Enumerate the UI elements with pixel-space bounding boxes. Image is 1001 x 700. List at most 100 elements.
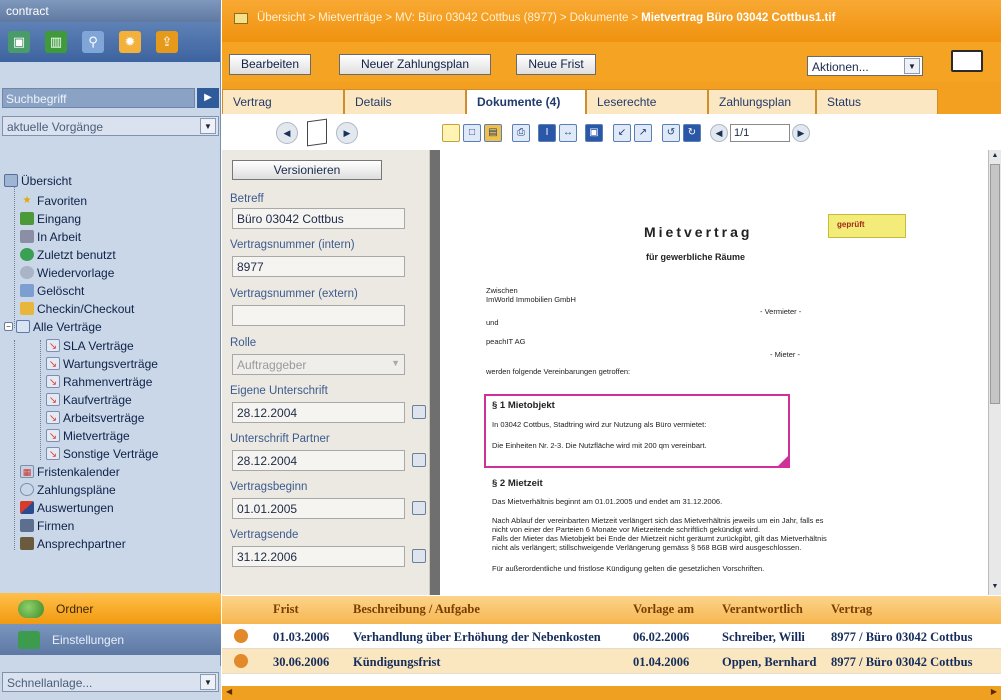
tree-item-employment[interactable]: ↘ Arbeitsverträge bbox=[46, 409, 144, 426]
tab-dokumente[interactable]: Dokumente (4) bbox=[466, 89, 586, 115]
breadcrumb-item-documents[interactable]: Dokumente bbox=[570, 12, 629, 42]
new-contract-icon[interactable]: ▣ bbox=[8, 31, 30, 53]
panel-einstellungen[interactable]: Einstellungen bbox=[0, 624, 221, 655]
breadcrumb-item-overview[interactable]: Übersicht bbox=[257, 12, 306, 42]
sticky-note[interactable]: geprüft bbox=[828, 214, 906, 238]
column-header[interactable]: Vertrag bbox=[831, 602, 872, 617]
tree-item-framework[interactable]: ↘ Rahmenverträge bbox=[46, 373, 152, 390]
tree-item-favorites[interactable]: ★ Favoriten bbox=[20, 192, 88, 209]
column-header[interactable]: Beschreibung / Aufgabe bbox=[353, 602, 480, 617]
fit-height-icon[interactable]: I bbox=[538, 124, 556, 142]
quick-create-select[interactable]: Schnellanlage... ▼ bbox=[2, 672, 219, 692]
internal-number-field[interactable]: 8977 bbox=[232, 256, 405, 277]
tree-item-overview[interactable]: Übersicht bbox=[4, 172, 72, 189]
partner-signature-date-field[interactable]: 28.12.2004 bbox=[232, 450, 405, 471]
tree-item-maintenance[interactable]: ↘ Wartungsverträge bbox=[46, 355, 158, 372]
zoom-in-icon[interactable]: ↗ bbox=[634, 124, 652, 142]
previous-document-icon[interactable]: ◀ bbox=[276, 122, 298, 144]
tab-vertrag[interactable]: Vertrag bbox=[222, 89, 344, 114]
tree-item-resubmission[interactable]: Wiedervorlage bbox=[20, 264, 114, 281]
doc-text: nicht als verlängert; stillschweigende V… bbox=[492, 543, 802, 552]
collapse-icon[interactable]: − bbox=[4, 322, 13, 331]
contract-start-field[interactable]: 01.01.2005 bbox=[232, 498, 405, 519]
breadcrumb-item-rental[interactable]: Mietverträge bbox=[318, 12, 382, 42]
tab-zahlungsplan[interactable]: Zahlungsplan bbox=[708, 89, 816, 114]
own-signature-date-field[interactable]: 28.12.2004 bbox=[232, 402, 405, 423]
note-icon[interactable] bbox=[442, 124, 460, 142]
upload-icon[interactable]: ⇪ bbox=[156, 31, 178, 53]
next-document-icon[interactable]: ▶ bbox=[336, 122, 358, 144]
table-row[interactable]: 30.06.2006 Kündigungsfrist 01.04.2006 Op… bbox=[222, 649, 1001, 674]
scroll-right-icon[interactable]: ▶ bbox=[991, 687, 997, 696]
sidebar-toolbar: ▣ ▥ ⚲ ✹ ⇪ bbox=[0, 22, 220, 62]
tree-item-in-progress[interactable]: In Arbeit bbox=[20, 228, 81, 245]
document-viewer[interactable]: Mietvertrag für gewerbliche Räume geprüf… bbox=[430, 150, 1001, 595]
next-page-icon[interactable]: ▶ bbox=[792, 124, 810, 142]
tree-item-sla[interactable]: ↘ SLA Verträge bbox=[46, 337, 134, 354]
breadcrumb-item-contract[interactable]: MV: Büro 03042 Cottbus (8977) bbox=[395, 12, 557, 42]
horizontal-scrollbar[interactable]: ◀ ▶ bbox=[222, 686, 1001, 700]
first-page-icon[interactable]: ◀ bbox=[710, 124, 728, 142]
settings-gear-icon[interactable]: ✹ bbox=[119, 31, 141, 53]
rotate-left-icon[interactable]: ↺ bbox=[662, 124, 680, 142]
scroll-down-icon[interactable]: ▼ bbox=[990, 583, 1000, 593]
search-tool-icon[interactable]: ⚲ bbox=[82, 31, 104, 53]
print-icon[interactable]: ⎙ bbox=[512, 124, 530, 142]
role-select[interactable]: Auftraggeber ▼ bbox=[232, 354, 405, 375]
tree-item-all-contracts[interactable]: − Alle Verträge bbox=[4, 318, 102, 335]
tree-item-other[interactable]: ↘ Sonstige Verträge bbox=[46, 445, 158, 462]
tree-item-companies[interactable]: Firmen bbox=[20, 517, 74, 534]
contract-end-field[interactable]: 31.12.2006 bbox=[232, 546, 405, 567]
book-icon[interactable]: ▥ bbox=[45, 31, 67, 53]
tree-item-deleted[interactable]: Gelöscht bbox=[20, 282, 84, 299]
document-scrollbar[interactable]: ▲ ▼ bbox=[988, 150, 1001, 595]
role-select-value: Auftraggeber bbox=[237, 358, 307, 372]
select-area-icon[interactable]: □ bbox=[463, 124, 481, 142]
tab-status[interactable]: Status bbox=[816, 89, 938, 114]
folder-open-icon[interactable] bbox=[951, 50, 983, 72]
settings-pen-icon bbox=[18, 630, 40, 649]
new-payment-plan-button[interactable]: Neuer Zahlungsplan bbox=[339, 54, 491, 75]
actions-select[interactable]: Aktionen... ▼ bbox=[807, 56, 923, 76]
filter-select[interactable]: aktuelle Vorgänge ▼ bbox=[2, 116, 219, 136]
scrollbar-thumb[interactable] bbox=[990, 164, 1000, 404]
search-input[interactable]: Suchbegriff bbox=[2, 88, 195, 108]
calendar-icon[interactable] bbox=[412, 405, 426, 419]
resize-handle-icon[interactable] bbox=[778, 456, 788, 466]
play-arrow-icon[interactable]: ▶ bbox=[197, 88, 219, 108]
stamp-icon[interactable]: ▤ bbox=[484, 124, 502, 142]
versionieren-button[interactable]: Versionieren bbox=[232, 160, 382, 180]
page-number-input[interactable]: 1/1 bbox=[730, 124, 790, 142]
tab-details[interactable]: Details bbox=[344, 89, 466, 114]
rotate-right-icon[interactable]: ↻ bbox=[683, 124, 701, 142]
tree-item-reports[interactable]: Auswertungen bbox=[20, 499, 114, 516]
fit-width-icon[interactable]: ↔ bbox=[559, 124, 577, 142]
payment-icon bbox=[20, 483, 34, 496]
tree-item-rental[interactable]: ↘ Mietverträge bbox=[46, 427, 130, 444]
tree-item-purchase[interactable]: ↘ Kaufverträge bbox=[46, 391, 132, 408]
new-deadline-button[interactable]: Neue Frist bbox=[516, 54, 596, 75]
subject-field[interactable]: Büro 03042 Cottbus bbox=[232, 208, 405, 229]
edit-button[interactable]: Bearbeiten bbox=[229, 54, 311, 75]
zoom-out-icon[interactable]: ↙ bbox=[613, 124, 631, 142]
contract-doc-icon: ↘ bbox=[46, 429, 60, 442]
scroll-up-icon[interactable]: ▲ bbox=[990, 152, 1000, 162]
calendar-icon[interactable] bbox=[412, 453, 426, 467]
panel-ordner[interactable]: Ordner bbox=[0, 593, 221, 624]
tree-item-deadline-calendar[interactable]: ▦ Fristenkalender bbox=[20, 463, 120, 480]
tree-item-checkin[interactable]: Checkin/Checkout bbox=[20, 300, 134, 317]
tab-leserechte[interactable]: Leserechte bbox=[586, 89, 708, 114]
column-header[interactable]: Frist bbox=[273, 602, 299, 617]
external-number-field[interactable] bbox=[232, 305, 405, 326]
column-header[interactable]: Verantwortlich bbox=[722, 602, 803, 617]
scroll-left-icon[interactable]: ◀ bbox=[226, 687, 232, 696]
column-header[interactable]: Vorlage am bbox=[633, 602, 694, 617]
table-row[interactable]: 01.03.2006 Verhandlung über Erhöhung der… bbox=[222, 624, 1001, 649]
window-icon[interactable]: ▣ bbox=[585, 124, 603, 142]
tree-item-payment-plans[interactable]: Zahlungspläne bbox=[20, 481, 116, 498]
tree-item-inbox[interactable]: Eingang bbox=[20, 210, 81, 227]
tree-item-contacts[interactable]: Ansprechpartner bbox=[20, 535, 126, 552]
calendar-icon[interactable] bbox=[412, 549, 426, 563]
calendar-icon[interactable] bbox=[412, 501, 426, 515]
tree-item-recent[interactable]: Zuletzt benutzt bbox=[20, 246, 116, 263]
